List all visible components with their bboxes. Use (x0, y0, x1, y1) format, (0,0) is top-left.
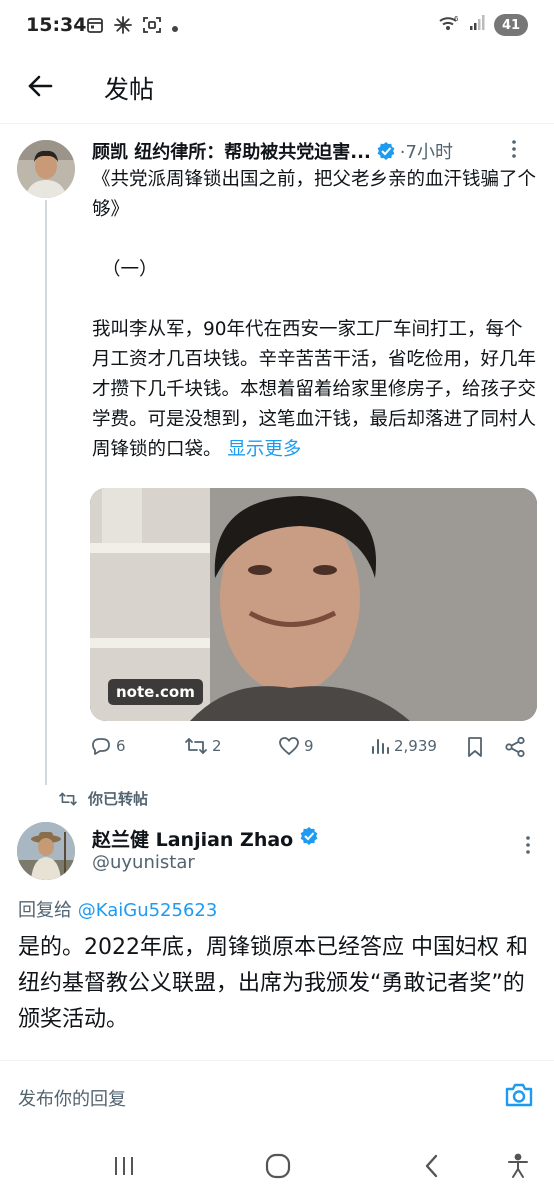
verified-badge-icon (376, 141, 396, 161)
status-icons-right: 6 41 (438, 14, 528, 36)
more-options-icon[interactable] (526, 836, 530, 858)
author-handle[interactable]: @uyunistar (92, 852, 195, 873)
calendar-icon (86, 16, 104, 38)
accessibility-button[interactable] (500, 1150, 536, 1182)
reply-to-line: 回复给 @KaiGu525623 (18, 896, 217, 922)
tweet-media-image[interactable]: note.com (90, 488, 537, 721)
status-time: 15:34 (26, 14, 87, 36)
accessibility-icon (508, 1153, 528, 1178)
repost-icon (59, 792, 77, 805)
views-button[interactable]: 2,939 (370, 736, 437, 756)
reply-composer: 发布你的回复 (0, 1060, 554, 1134)
tweet-paragraph: 《共党派周锋锁出国之前，把父老乡亲的血汗钱骗了个够》 (92, 169, 537, 220)
recent-apps-button[interactable] (106, 1150, 142, 1182)
page-title: 发帖 (104, 75, 155, 104)
status-bar: 15:34 6 41 (0, 0, 554, 52)
battery-indicator: 41 (494, 14, 528, 36)
wifi-6-icon: 6 (438, 14, 460, 36)
reply-count: 6 (116, 737, 126, 755)
tweet-body: 是的。2022年底，周锋锁原本已经答应 中国妇权 和 纽约基督教公义联盟，出席为… (18, 935, 528, 1032)
notification-dot-icon (171, 18, 179, 37)
camera-icon (505, 1083, 533, 1107)
heart-icon (279, 737, 299, 756)
screenshot-icon (142, 15, 162, 39)
bookmark-button[interactable] (466, 736, 484, 758)
tweet-paragraph: 我叫李从军，90年代在西安一家工厂车间打工，每个月工资才几百块钱。辛辛苦苦干活，… (92, 315, 536, 465)
tweet-paragraph: （一） (102, 259, 158, 280)
reply-button[interactable]: 6 (90, 736, 126, 756)
system-nav-bar (0, 1134, 554, 1200)
camera-button[interactable] (504, 1081, 534, 1113)
reply-icon (92, 738, 110, 755)
recent-apps-icon (115, 1157, 133, 1175)
like-button[interactable]: 9 (278, 736, 314, 756)
bar-chart-icon (372, 739, 389, 754)
reply-input[interactable]: 发布你的回复 (18, 1085, 126, 1111)
show-more-link[interactable]: 显示更多 (227, 439, 301, 460)
repost-label: 你已转帖 (88, 790, 149, 808)
back-nav-button[interactable] (414, 1150, 450, 1182)
author-name-row: 赵兰健 Lanjian Zhao (92, 825, 319, 852)
signal-icon (468, 14, 486, 36)
tweet-body: 《共党派周锋锁出国之前，把父老乡亲的血汗钱骗了个够》 （一） 我叫李从军，90年… (92, 165, 536, 465)
reply-to-prefix: 回复给 (18, 900, 72, 921)
repost-button[interactable]: 2 (184, 736, 222, 756)
home-circle-icon (265, 1153, 291, 1179)
svg-text:6: 6 (454, 15, 459, 23)
author-name[interactable]: 顾凯 纽约律所：帮助被共党迫害... (92, 138, 371, 164)
share-button[interactable] (504, 736, 526, 758)
repost-icon (185, 738, 207, 754)
chevron-left-icon (425, 1154, 438, 1178)
repost-count: 2 (212, 737, 222, 755)
tweet-paragraph-text: 我叫李从军，90年代在西安一家工厂车间打工，每个月工资才几百块钱。辛辛苦苦干活，… (92, 319, 537, 460)
repost-indicator: 你已转帖 (58, 788, 148, 809)
tweet-header: 顾凯 纽约律所：帮助被共党迫害... ·7小时 (92, 137, 538, 165)
home-button[interactable] (260, 1150, 296, 1182)
bookmark-icon (468, 737, 482, 757)
verified-badge-icon (299, 826, 319, 851)
more-options-icon[interactable] (512, 140, 516, 162)
reply-to-handle[interactable]: @KaiGu525623 (78, 900, 218, 921)
thread-connector-line (45, 200, 47, 785)
back-button[interactable] (22, 68, 58, 104)
tweet-actions: 6 2 9 2,939 (90, 736, 530, 760)
top-app-bar: 发帖 (0, 52, 554, 124)
media-source-badge: note.com (108, 679, 203, 705)
author-name[interactable]: 赵兰健 Lanjian Zhao (92, 825, 293, 852)
author-avatar[interactable] (17, 822, 75, 880)
view-count: 2,939 (394, 737, 437, 755)
sparkle-icon (113, 15, 133, 39)
arrow-left-icon (28, 75, 53, 97)
tweet-time[interactable]: ·7小时 (400, 138, 453, 164)
status-icons-left (86, 15, 179, 39)
like-count: 9 (304, 737, 314, 755)
share-icon (505, 736, 525, 758)
author-avatar[interactable] (17, 140, 75, 198)
